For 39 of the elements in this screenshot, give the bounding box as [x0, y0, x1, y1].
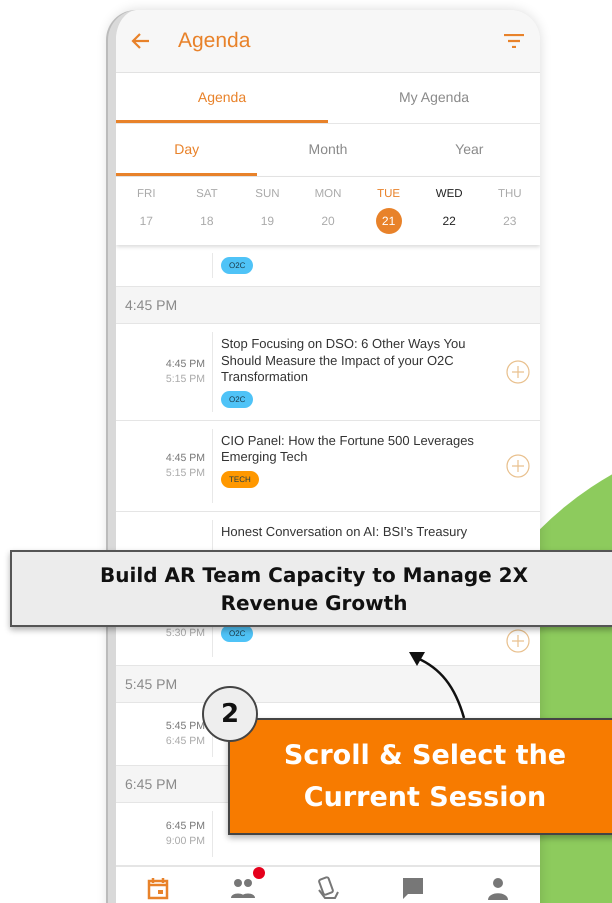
session-tag: O2C	[221, 257, 254, 274]
day-selector[interactable]: WED 22	[418, 177, 480, 245]
add-icon[interactable]	[506, 360, 530, 384]
calendar-icon	[146, 876, 170, 900]
person-icon	[486, 876, 510, 900]
end-time: 6:45 PM	[166, 734, 205, 748]
day-selector[interactable]: MON 20	[298, 177, 358, 245]
view-tab[interactable]: Month	[257, 124, 399, 176]
screen-title: Agenda	[178, 29, 252, 53]
add-icon[interactable]	[506, 628, 530, 652]
end-time: 5:15 PM	[166, 372, 205, 387]
session-tag: TECH	[221, 470, 259, 488]
back-arrow-icon[interactable]	[130, 32, 150, 50]
time-section-header: 5:45 PM	[116, 666, 540, 702]
day-selector[interactable]: TUE 21	[358, 177, 419, 245]
session-title[interactable]: Stop Focusing on DSO: 6 Other Ways You Should Measure the Impact of your O2C Transformation	[221, 336, 483, 386]
session-title[interactable]: CIO Panel: How the Fortune 500 Leverages Emerging Tech	[221, 432, 483, 466]
people-icon	[229, 876, 258, 900]
end-time: 5:30 PM	[166, 626, 205, 641]
time-section-header: 4:45 PM	[116, 287, 540, 324]
start-time: 5:45 PM	[166, 718, 205, 734]
day-selector[interactable]: SUN 19	[237, 177, 298, 245]
add-icon[interactable]	[506, 454, 530, 478]
day-selector[interactable]: FRI 17	[116, 177, 177, 245]
pointer-arrow	[409, 652, 466, 718]
day-selector[interactable]: SAT 18	[176, 177, 238, 245]
start-time: 4:45 PM	[166, 356, 205, 372]
start-time: 4:45 PM	[166, 450, 205, 466]
day-selector[interactable]: THU 23	[479, 177, 540, 245]
end-time: 5:15 PM	[166, 466, 205, 480]
chat-icon	[400, 876, 425, 900]
agenda-tab[interactable]: My Agenda	[328, 73, 540, 123]
callout-text: Build AR Team Capacity to Manage 2X Revenue Growth	[99, 562, 529, 616]
session-tag: O2C	[221, 390, 254, 408]
view-tab[interactable]: Year	[398, 124, 540, 176]
start-time: 6:45 PM	[166, 818, 205, 834]
filter-icon[interactable]	[504, 34, 524, 48]
session-title[interactable]: Honest Conversation on AI: BSI’s Treasury	[221, 524, 483, 540]
end-time: 9:00 PM	[166, 834, 205, 848]
